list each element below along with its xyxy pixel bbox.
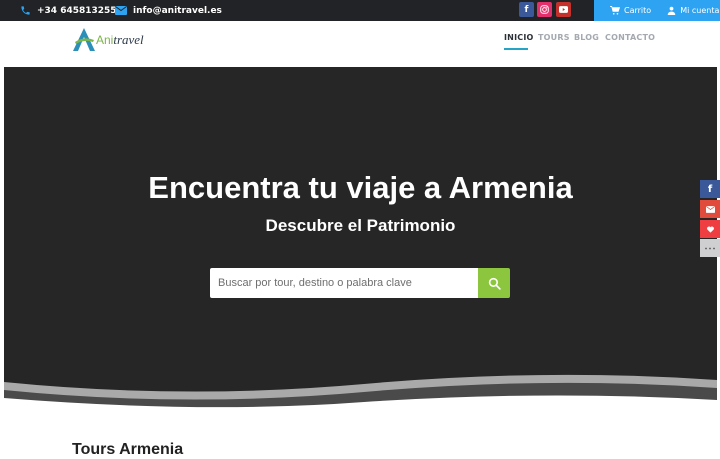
cart-label: Carrito xyxy=(624,6,652,15)
nav-contacto[interactable]: CONTACTO xyxy=(605,33,655,42)
active-nav-indicator xyxy=(504,48,528,50)
share-more-icon[interactable] xyxy=(700,239,720,257)
hero-section: Encuentra tu viaje a Armenia Descubre el… xyxy=(4,67,717,412)
share-facebook-icon[interactable]: f xyxy=(700,180,720,198)
user-icon xyxy=(667,6,676,15)
site-logo[interactable]: Anitravel xyxy=(72,27,177,55)
email-contact[interactable]: info@anitravel.es xyxy=(115,0,222,21)
search-input[interactable]: Buscar por tour, destino o palabra clave xyxy=(210,268,478,298)
account-label: Mi cuenta xyxy=(680,6,720,15)
top-bar: +34 645813255 info@anitravel.es f Carrit… xyxy=(0,0,720,21)
tours-section-title: Tours Armenia xyxy=(72,441,184,458)
logo-script: travel xyxy=(113,32,144,47)
nav-inicio[interactable]: INICIO xyxy=(504,33,534,42)
share-mail-icon[interactable] xyxy=(700,200,720,218)
instagram-icon[interactable] xyxy=(537,2,552,17)
phone-contact[interactable]: +34 645813255 xyxy=(20,0,117,21)
phone-icon xyxy=(20,5,31,16)
share-heart-icon[interactable] xyxy=(700,220,720,238)
nav-tours[interactable]: TOURS xyxy=(538,33,570,42)
hero-subtitle: Descubre el Patrimonio xyxy=(265,216,456,235)
facebook-icon[interactable]: f xyxy=(519,2,534,17)
phone-number: +34 645813255 xyxy=(37,5,117,16)
cart-link[interactable]: Carrito xyxy=(610,6,651,15)
search-button[interactable] xyxy=(478,268,510,298)
search-icon xyxy=(488,277,501,290)
account-link[interactable]: Mi cuenta xyxy=(667,6,719,15)
hero-wave-divider xyxy=(4,374,717,412)
site-header: Anitravel INICIO TOURS BLOG CONTACTO xyxy=(0,21,720,65)
search-placeholder: Buscar por tour, destino o palabra clave xyxy=(218,277,412,289)
logo-prefix: Ani xyxy=(96,33,114,47)
hero-title: Encuentra tu viaje a Armenia xyxy=(148,170,573,205)
nav-blog[interactable]: BLOG xyxy=(574,33,599,42)
logo-mark-icon xyxy=(73,28,95,51)
account-bar: Carrito Mi cuenta xyxy=(594,0,720,21)
mail-icon xyxy=(115,6,127,15)
youtube-icon[interactable] xyxy=(556,2,571,17)
email-address: info@anitravel.es xyxy=(133,5,222,16)
cart-icon xyxy=(610,6,620,15)
